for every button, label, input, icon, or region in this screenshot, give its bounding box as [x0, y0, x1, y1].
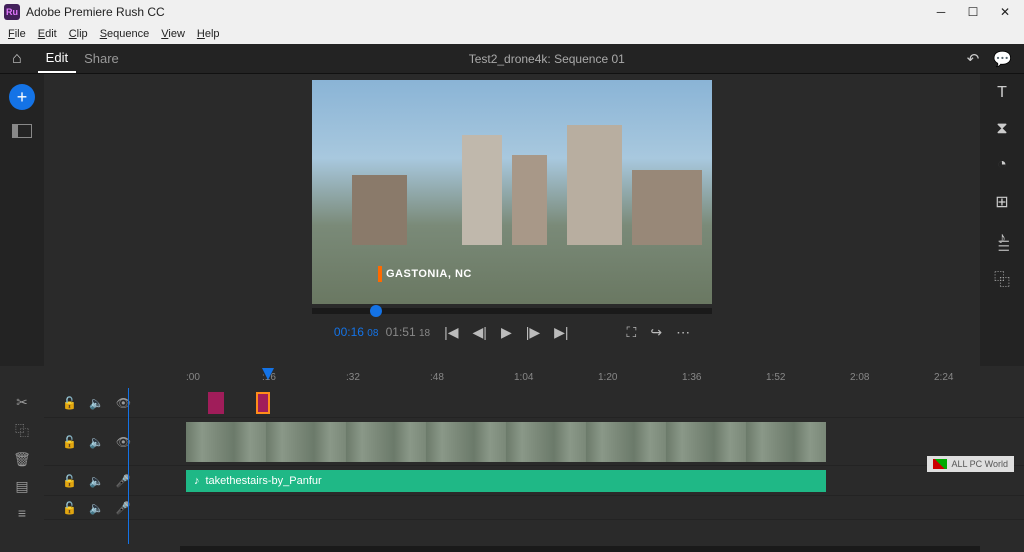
step-forward-icon[interactable]: |▶: [526, 324, 540, 341]
speed-icon[interactable]: ⊞: [995, 192, 1008, 212]
menu-sequence[interactable]: Sequence: [96, 28, 154, 40]
home-icon[interactable]: ⌂: [12, 50, 22, 68]
audio-track-2: 🔓 🔈 🎤: [44, 496, 1024, 520]
menu-file[interactable]: File: [4, 28, 30, 40]
delete-icon[interactable]: 🗑: [13, 451, 31, 468]
app-logo-icon: Ru: [4, 4, 20, 20]
fullscreen-icon[interactable]: ⛶: [627, 324, 637, 341]
video-clip[interactable]: [186, 422, 826, 462]
music-note-icon: ♪: [194, 475, 200, 487]
mute-icon[interactable]: 🔈: [89, 396, 104, 410]
maximize-button[interactable]: ☐: [966, 5, 980, 19]
playback-controls: 00:16 08 01:51 18 |◀ ◀| ▶ |▶ ▶| ⛶ ↪ ⋯: [334, 324, 690, 341]
menu-clip[interactable]: Clip: [65, 28, 92, 40]
app-header: ⌂ Edit Share Test2_drone4k: Sequence 01 …: [0, 44, 1024, 74]
scrub-playhead[interactable]: [370, 305, 382, 317]
mute-icon[interactable]: 🔈: [89, 474, 104, 488]
lock-icon[interactable]: 🔓: [62, 396, 77, 410]
minimize-button[interactable]: ─: [934, 5, 948, 19]
left-sidebar: +: [0, 74, 44, 366]
audio-clip[interactable]: ♪ takethestairs-by_Panfur: [186, 470, 826, 492]
menu-help[interactable]: Help: [193, 28, 224, 40]
title-clip[interactable]: [208, 392, 224, 414]
scissors-icon[interactable]: ✂: [16, 394, 28, 411]
preview-area: GASTONIA, NC 00:16 08 01:51 18 |◀ ◀| ▶ |…: [44, 74, 980, 366]
more-icon[interactable]: ⋯: [676, 324, 690, 341]
mute-icon[interactable]: 🔈: [89, 435, 104, 449]
lock-icon[interactable]: 🔓: [62, 474, 77, 488]
titles-icon[interactable]: T: [997, 84, 1007, 102]
close-button[interactable]: ✕: [998, 5, 1012, 19]
add-media-button[interactable]: +: [9, 84, 35, 110]
title-clip-selected[interactable]: [256, 392, 270, 414]
timeline-options-icon[interactable]: ☰: [997, 238, 1010, 255]
timecode: 00:16 08 01:51 18: [334, 325, 430, 340]
duplicate-icon[interactable]: ⿻: [15, 421, 29, 441]
ruler-tick: :00: [186, 372, 200, 383]
timeline-scrollbar[interactable]: [180, 546, 980, 552]
loop-icon[interactable]: ↪: [650, 324, 662, 341]
video-track: 🔓 🔈 👁 ALL PC World: [44, 418, 1024, 466]
audio-clip-label: takethestairs-by_Panfur: [206, 475, 322, 487]
project-title: Test2_drone4k: Sequence 01: [127, 52, 967, 66]
undo-icon[interactable]: ↶: [967, 50, 980, 68]
mute-icon[interactable]: 🔈: [89, 501, 104, 515]
playhead-line: [128, 388, 129, 544]
right-sidebar: T ⧗ ◔ ⊞ ♪ ⿻: [980, 74, 1024, 366]
color-icon[interactable]: ◔: [997, 156, 1007, 174]
menu-edit[interactable]: Edit: [34, 28, 61, 40]
transitions-icon[interactable]: ⧗: [996, 120, 1007, 138]
audio-track-1: 🔓 🔈 🎤 ♪ takethestairs-by_Panfur: [44, 466, 1024, 496]
transform-icon[interactable]: ⿻: [994, 266, 1010, 290]
timeline-playhead-icon[interactable]: [262, 368, 274, 380]
window-title: Adobe Premiere Rush CC: [26, 5, 934, 19]
ruler-tick: 1:04: [514, 372, 533, 383]
video-preview[interactable]: GASTONIA, NC: [312, 80, 712, 304]
project-panel-icon[interactable]: [12, 124, 32, 138]
window-titlebar: Ru Adobe Premiere Rush CC ─ ☐ ✕: [0, 0, 1024, 24]
play-icon[interactable]: ▶: [501, 324, 512, 341]
ruler-tick: 1:36: [682, 372, 701, 383]
menu-bar: File Edit Clip Sequence View Help: [0, 24, 1024, 44]
go-end-icon[interactable]: ▶|: [554, 324, 568, 341]
timeline-tools: ✂ ⿻ 🗑 ▤ ≡: [0, 388, 44, 544]
title-track: 🔓 🔈 👁: [44, 388, 1024, 418]
go-start-icon[interactable]: |◀: [444, 324, 458, 341]
tracks-panel-icon[interactable]: ▤: [15, 478, 28, 495]
lock-icon[interactable]: 🔓: [62, 501, 77, 515]
tab-share[interactable]: Share: [76, 45, 127, 72]
ruler-tick: :32: [346, 372, 360, 383]
step-back-icon[interactable]: ◀|: [473, 324, 487, 341]
expand-tracks-icon[interactable]: ≡: [18, 505, 26, 521]
timeline: ✂ ⿻ 🗑 ▤ ≡ 🔓 🔈 👁 🔓 🔈 👁: [0, 388, 1024, 544]
ruler-tick: :48: [430, 372, 444, 383]
scrub-bar[interactable]: [312, 308, 712, 314]
tab-edit[interactable]: Edit: [38, 44, 76, 73]
ruler-tick: 1:52: [766, 372, 785, 383]
comment-icon[interactable]: 💬: [993, 50, 1012, 68]
tracks-area: 🔓 🔈 👁 🔓 🔈 👁 ALL PC World 🔓: [44, 388, 1024, 544]
watermark-badge: ALL PC World: [927, 456, 1014, 472]
ruler-tick: 2:08: [850, 372, 869, 383]
timeline-ruler[interactable]: :00 :16 :32 :48 1:04 1:20 1:36 1:52 2:08…: [0, 366, 1024, 388]
title-overlay-text: GASTONIA, NC: [386, 268, 472, 280]
ruler-tick: 1:20: [598, 372, 617, 383]
ruler-tick: 2:24: [934, 372, 953, 383]
title-accent-bar: [378, 266, 382, 282]
menu-view[interactable]: View: [157, 28, 189, 40]
lock-icon[interactable]: 🔓: [62, 435, 77, 449]
